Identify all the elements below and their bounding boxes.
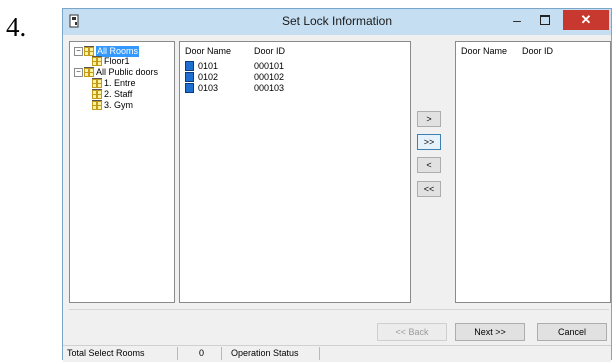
table-row[interactable]: 0103 000103 [185,83,385,94]
column-header-door-name[interactable]: Door Name [185,46,231,56]
step-number: 4. [6,12,27,42]
room-tree[interactable]: − All Rooms Floor1 − All Public doors 1.… [69,41,175,303]
selected-door-list[interactable]: Door Name Door ID [455,41,611,303]
tree-node-label: Floor1 [104,56,130,66]
tree-node-label: All Public doors [96,67,159,77]
door-list[interactable]: Door Name Door ID 0101 000101 0102 00010… [179,41,411,303]
door-name: 0103 [198,83,219,93]
back-button[interactable]: << Back [377,323,447,341]
status-divider [177,347,178,360]
total-select-rooms-value: 0 [199,348,205,358]
door-icon [185,61,194,71]
divider [69,309,609,310]
remove-one-button[interactable]: < [417,157,441,173]
building-icon [92,56,102,66]
building-icon [92,100,102,110]
collapse-icon[interactable]: − [74,68,83,77]
column-header-door-id[interactable]: Door ID [522,46,553,56]
status-bar: Total Select Rooms 0 Operation Status [63,345,611,362]
building-icon [92,78,102,88]
set-lock-window: Set Lock Information – ✕ − All Rooms Flo… [62,8,612,362]
next-button[interactable]: Next >> [455,323,525,341]
door-id: 000103 [254,83,285,93]
tree-node-label: 1. Entre [104,78,136,88]
add-one-button[interactable]: > [417,111,441,127]
tree-node-label: 3. Gym [104,100,134,110]
table-row[interactable]: 0102 000102 [185,72,385,83]
door-name: 0102 [198,72,219,82]
maximize-icon [540,15,550,25]
total-select-rooms-label: Total Select Rooms [67,348,145,358]
status-divider [319,347,320,360]
operation-status-label: Operation Status [231,348,299,358]
door-id: 000102 [254,72,285,82]
cancel-button[interactable]: Cancel [537,323,607,341]
tree-node-label: 2. Staff [104,89,133,99]
building-icon [84,67,94,77]
add-all-button[interactable]: >> [417,134,441,150]
door-icon [185,72,194,82]
building-icon [92,89,102,99]
column-header-door-name[interactable]: Door Name [461,46,507,56]
door-icon [185,83,194,93]
door-id: 000101 [254,61,285,71]
status-divider [221,347,222,360]
door-name: 0101 [198,61,219,71]
close-button[interactable]: ✕ [563,10,609,30]
minimize-button[interactable]: – [505,11,529,31]
column-header-door-id[interactable]: Door ID [254,46,285,56]
remove-all-button[interactable]: << [417,181,441,197]
building-icon [84,46,94,56]
table-row[interactable]: 0101 000101 [185,61,385,72]
collapse-icon[interactable]: − [74,47,83,56]
maximize-button[interactable] [533,11,557,31]
title-bar[interactable]: Set Lock Information – ✕ [63,9,611,35]
